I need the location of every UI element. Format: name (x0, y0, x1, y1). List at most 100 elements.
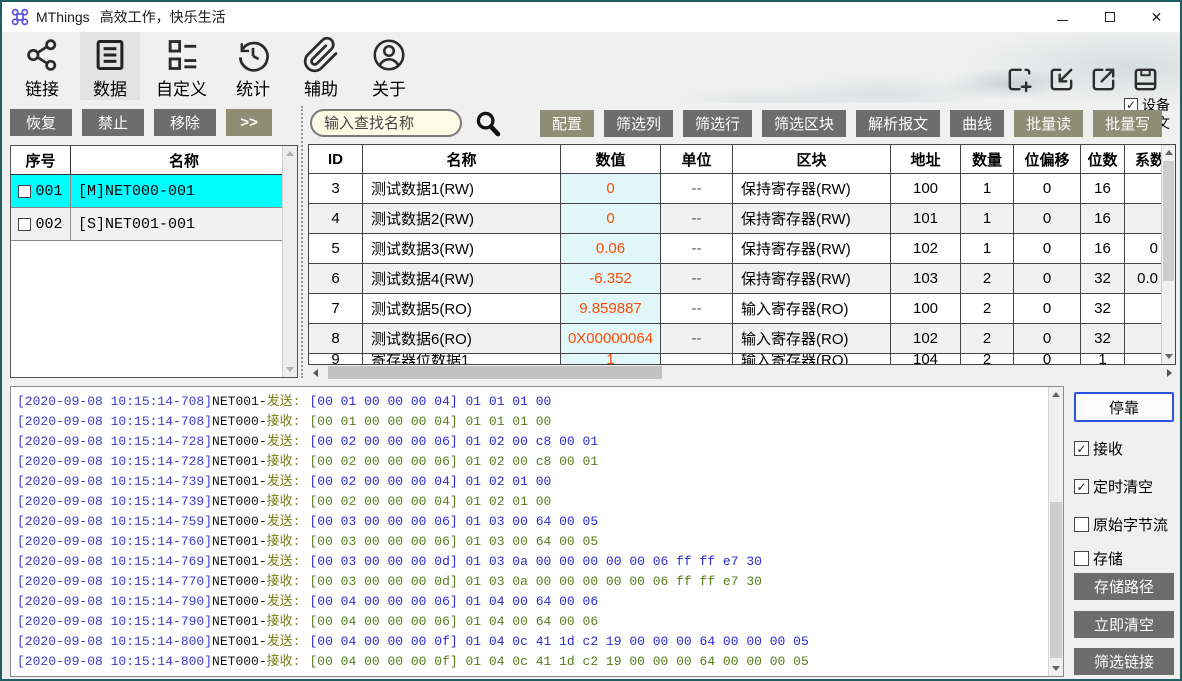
document-lines-icon (91, 34, 129, 75)
app-logo-command-icon (11, 8, 29, 26)
search-input[interactable] (310, 109, 462, 137)
new-window-icon[interactable] (1005, 65, 1034, 94)
col-bits: 位数 (1081, 145, 1125, 173)
toolbar-label-stats: 统计 (236, 75, 270, 100)
value-cell[interactable]: 9.859887 (561, 294, 661, 323)
data-row[interactable]: 6 测试数据4(RW) -6.352 -- 保持寄存器(RW) 103 2 0 … (309, 264, 1175, 294)
main-toolbar: 链接 数据 自定义 (2, 32, 1180, 103)
log-line: [2020-09-08 10:15:14-728]NET000-发送:[00 0… (17, 432, 1061, 452)
share-icon (23, 34, 61, 75)
log-line: [2020-09-08 10:15:14-759]NET000-发送:[00 0… (17, 512, 1061, 532)
dock-button[interactable]: 停靠 (1074, 392, 1174, 422)
raw-bytes-checkbox[interactable]: 原始字节流 (1074, 516, 1168, 533)
app-window: MThings 高效工作，快乐生活 ✕ 链接 (0, 0, 1182, 681)
raw-bytes-checkbox-label: 原始字节流 (1093, 514, 1168, 535)
col-addr: 地址 (891, 145, 961, 173)
disable-button[interactable]: 禁止 (82, 109, 144, 136)
restore-button[interactable]: 恢复 (10, 109, 72, 136)
batch-write-button[interactable]: 批量写 (1093, 110, 1162, 137)
store-checkbox[interactable]: 存储 (1074, 550, 1123, 567)
filter-block-button[interactable]: 筛选区块 (762, 110, 846, 137)
checkbox-mark (1074, 551, 1089, 566)
data-row[interactable]: 5 测试数据3(RW) 0.06 -- 保持寄存器(RW) 102 1 0 16… (309, 234, 1175, 264)
log-line: [2020-09-08 10:15:14-760]NET001-接收:[00 0… (17, 532, 1061, 552)
toolbar-item-link[interactable]: 链接 (12, 32, 72, 100)
communication-log[interactable]: [2020-09-08 10:15:14-708]NET001-发送:[00 0… (10, 386, 1064, 677)
app-slogan: 高效工作，快乐生活 (100, 7, 226, 27)
filter-row-button[interactable]: 筛选行 (683, 110, 752, 137)
save-icon[interactable] (1131, 65, 1160, 94)
value-cell[interactable]: 0.06 (561, 234, 661, 263)
data-panel-controls: 配置 筛选列 筛选行 筛选区块 解析报文 曲线 批量读 批量写 (310, 109, 1162, 137)
col-unit: 单位 (661, 145, 733, 173)
toolbar-item-about[interactable]: 关于 (359, 32, 419, 100)
data-row[interactable]: 8 测试数据6(RO) 0X00000064 -- 输入寄存器(RO) 102 … (309, 324, 1175, 354)
device-row-checkbox[interactable] (18, 185, 31, 198)
config-button[interactable]: 配置 (540, 110, 594, 137)
device-row-checkbox[interactable] (18, 218, 31, 231)
panel-splitter[interactable] (301, 106, 303, 378)
value-cell[interactable]: 0X00000064 (561, 324, 661, 353)
log-scrollbar[interactable] (1048, 387, 1063, 676)
close-button[interactable]: ✕ (1133, 2, 1180, 32)
expand-button[interactable]: >> (226, 109, 272, 136)
data-row[interactable]: 3 测试数据1(RW) 0 -- 保持寄存器(RW) 100 1 0 16 (309, 174, 1175, 204)
col-name: 名称 (363, 145, 561, 173)
toolbar-label-assist: 辅助 (304, 75, 338, 100)
data-table-header: ID 名称 数值 单位 区块 地址 数量 位偏移 位数 系数 (309, 145, 1175, 174)
receive-checkbox[interactable]: ✓ 接收 (1074, 440, 1123, 457)
col-bit-offset: 位偏移 (1014, 145, 1081, 173)
log-line: [2020-09-08 10:15:14-728]NET001-接收:[00 0… (17, 452, 1061, 472)
col-qty: 数量 (961, 145, 1014, 173)
toolbar-item-custom[interactable]: 自定义 (148, 32, 215, 100)
maximize-button[interactable] (1086, 2, 1133, 32)
remove-button[interactable]: 移除 (154, 109, 216, 136)
data-table-horizontal-scrollbar[interactable] (308, 365, 1176, 380)
store-path-button[interactable]: 存储路径 (1074, 573, 1174, 600)
log-line: [2020-09-08 10:15:14-708]NET000-接收:[00 0… (17, 412, 1061, 432)
toolbar-item-assist[interactable]: 辅助 (291, 32, 351, 100)
person-circle-icon (370, 34, 408, 75)
export-icon[interactable] (1089, 65, 1118, 94)
data-row[interactable]: 4 测试数据2(RW) 0 -- 保持寄存器(RW) 101 1 0 16 (309, 204, 1175, 234)
log-line: [2020-09-08 10:15:14-769]NET001-发送:[00 0… (17, 552, 1061, 572)
log-line: [2020-09-08 10:15:14-770]NET000-接收:[00 0… (17, 572, 1061, 592)
data-row[interactable]: 7 测试数据5(RO) 9.859887 -- 输入寄存器(RO) 100 2 … (309, 294, 1175, 324)
device-table-scrollbar[interactable] (282, 146, 297, 377)
curve-button[interactable]: 曲线 (950, 110, 1004, 137)
timed-clear-checkbox-label: 定时清空 (1093, 476, 1153, 497)
filter-link-button[interactable]: 筛选链接 (1074, 648, 1174, 675)
toolbar-label-custom: 自定义 (156, 75, 207, 100)
parse-frame-button[interactable]: 解析报文 (856, 110, 940, 137)
clear-now-button[interactable]: 立即清空 (1074, 611, 1174, 638)
device-row-selected[interactable]: 001 [M]NET000-001 (11, 175, 297, 208)
device-table: 序号 名称 001 [M]NET000-001 002 [S]NET001-00… (10, 145, 298, 378)
minimize-button[interactable] (1039, 2, 1086, 32)
device-col-name: 名称 (71, 146, 297, 174)
value-cell[interactable]: 0 (561, 174, 661, 203)
data-row-partial[interactable]: 9 寄存器位数据1 1 输入寄存器(RO) 104 2 0 1 (309, 354, 1175, 365)
device-row-no: 002 (35, 216, 62, 233)
device-row-no: 001 (35, 183, 62, 200)
toolbar-item-data[interactable]: 数据 (80, 32, 140, 100)
data-table-vertical-scrollbar[interactable] (1161, 145, 1175, 364)
log-lines: [2020-09-08 10:15:14-708]NET001-发送:[00 0… (11, 387, 1063, 672)
timed-clear-checkbox[interactable]: ✓ 定时清空 (1074, 478, 1153, 495)
value-cell[interactable]: -6.352 (561, 264, 661, 293)
filter-column-button[interactable]: 筛选列 (604, 110, 673, 137)
history-clock-icon (234, 34, 272, 75)
import-icon[interactable] (1047, 65, 1076, 94)
value-cell[interactable]: 1 (561, 354, 661, 365)
value-cell[interactable]: 0 (561, 204, 661, 233)
col-id: ID (309, 145, 363, 173)
checkbox-mark (1074, 517, 1089, 532)
device-row-name: [M]NET000-001 (71, 175, 297, 207)
receive-checkbox-label: 接收 (1093, 438, 1123, 459)
device-row[interactable]: 002 [S]NET001-001 (11, 208, 297, 241)
checkbox-mark: ✓ (1074, 479, 1089, 494)
search-icon[interactable] (474, 109, 502, 137)
log-line: [2020-09-08 10:15:14-739]NET000-接收:[00 0… (17, 492, 1061, 512)
toolbar-label-about: 关于 (372, 75, 406, 100)
batch-read-button[interactable]: 批量读 (1014, 110, 1083, 137)
toolbar-item-stats[interactable]: 统计 (223, 32, 283, 100)
